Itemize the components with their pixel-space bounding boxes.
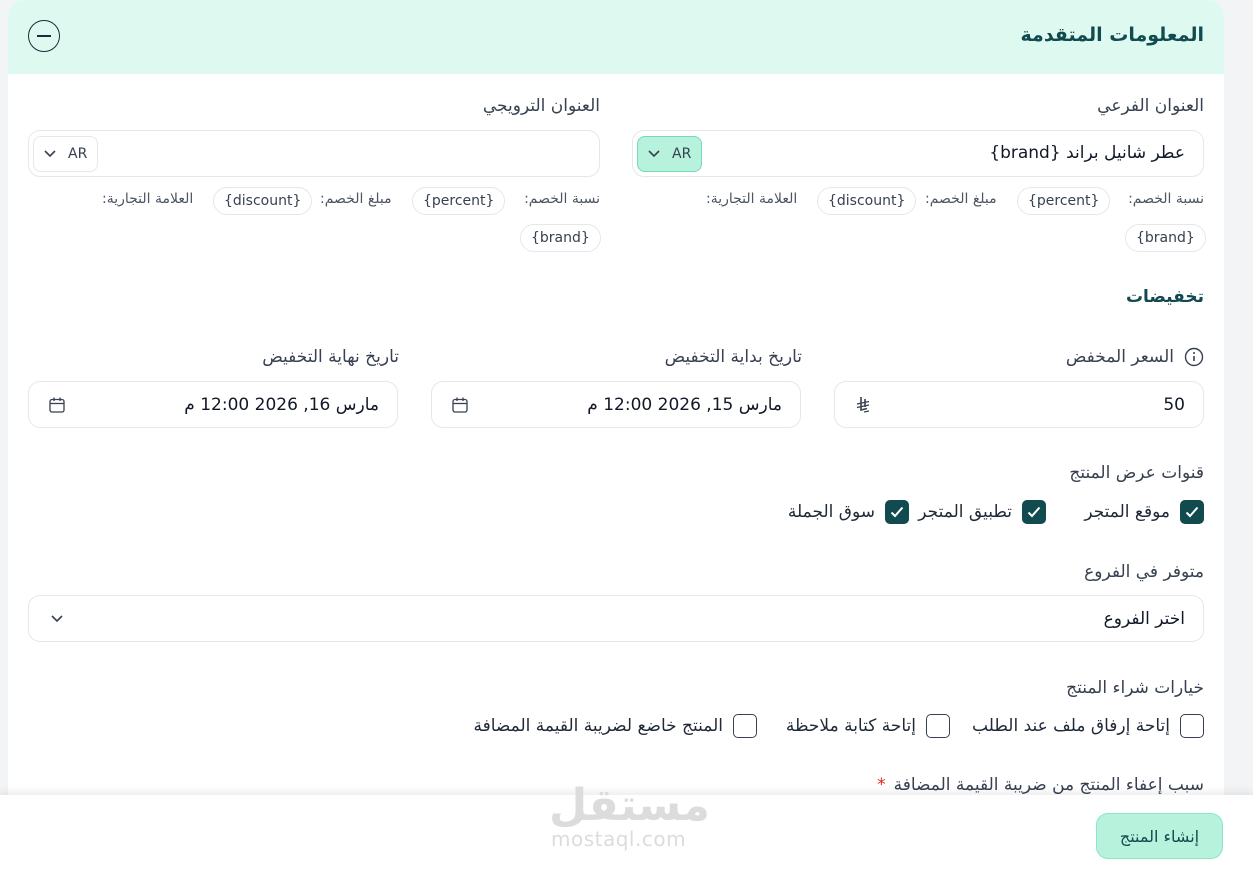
branches-placeholder: اختر الفروع [1103,609,1185,629]
promo-percent-tag[interactable]: {percent} [412,187,506,215]
card-title: المعلومات المتقدمة [1020,24,1204,46]
checkbox-checked[interactable] [885,500,909,524]
vat-exempt-label: سبب إعفاء المنتج من ضريبة القيمة المضافة [893,775,1204,795]
chevron-down-icon [44,150,56,158]
subtitle-hint-discount-label: مبلغ الخصم: [925,191,997,207]
discounts-title: تخفيضات [1125,287,1204,307]
discount-price-label-row: السعر المخفض [1066,347,1204,367]
channel-store-website[interactable]: موقع المتجر [1084,500,1204,524]
discount-price-label: السعر المخفض [1065,347,1174,367]
promo-discount-tag[interactable]: {discount} [213,187,313,215]
purchase-option-vat[interactable]: المنتج خاضع لضريبة القيمة المضافة [473,714,757,738]
subtitle-value: عطر شانيل براند {brand} [989,143,1185,163]
promo-hint-percent-label: نسبة الخصم: [524,191,600,207]
branches-select[interactable]: اختر الفروع [28,595,1204,642]
chevron-down-icon [51,615,63,623]
purchase-option-label: إتاحة كتابة ملاحظة [785,716,916,736]
collapse-button[interactable] [28,20,60,52]
vat-exempt-label-row: سبب إعفاء المنتج من ضريبة القيمة المضافة… [877,775,1204,795]
subtitle-hint-brand-label: العلامة التجارية: [706,191,798,207]
subtitle-lang-select[interactable]: AR [637,136,703,172]
subtitle-brand-tag[interactable]: {brand} [1125,224,1206,252]
required-mark: * [877,775,886,795]
minus-icon [37,35,51,37]
channel-label: سوق الجملة [787,502,875,522]
check-icon [1027,506,1041,518]
purchase-option-write-note[interactable]: إتاحة كتابة ملاحظة [786,714,950,738]
discount-end-value: مارس 16, 2026 12:00 م [184,395,379,415]
promo-brand-tag[interactable]: {brand} [520,224,601,252]
checkbox-unchecked[interactable] [926,714,950,738]
purchase-options-label: خيارات شراء المنتج [1066,678,1204,698]
channel-wholesale-market[interactable]: سوق الجملة [788,500,909,524]
subtitle-lang-value: AR [672,146,692,162]
promo-hint-brand-label: العلامة التجارية: [102,191,194,207]
discount-end-label: تاريخ نهاية التخفيض [262,347,399,367]
check-icon [890,506,904,518]
branches-label: متوفر في الفروع [1084,562,1204,582]
discount-start-label: تاريخ بداية التخفيض [664,347,802,367]
chevron-down-icon [648,150,660,158]
purchase-option-attach-file[interactable]: إتاحة إرفاق ملف عند الطلب [972,714,1204,738]
checkbox-checked[interactable] [1022,500,1046,524]
purchase-option-label: المنتج خاضع لضريبة القيمة المضافة [473,716,724,736]
checkbox-checked[interactable] [1180,500,1204,524]
discount-start-input[interactable]: مارس 15, 2026 12:00 م [431,381,801,428]
subtitle-hint-percent-label: نسبة الخصم: [1128,191,1204,207]
check-icon [1185,506,1199,518]
card-header: المعلومات المتقدمة [8,0,1224,74]
subtitle-percent-tag[interactable]: {percent} [1017,187,1111,215]
watermark-arabic: مستقل [549,780,710,831]
promo-label: العنوان الترويجي [482,96,600,116]
footer-bar: مستقل mostaql.com إنشاء المنتج [0,780,1253,871]
subtitle-discount-tag[interactable]: {discount} [817,187,917,215]
promo-input[interactable]: AR [28,130,600,177]
promo-hint-discount-label: مبلغ الخصم: [320,191,392,207]
riyal-icon [856,397,870,413]
calendar-icon [452,397,468,413]
subtitle-input[interactable]: عطر شانيل براند {brand} AR [632,130,1204,177]
advanced-info-card: المعلومات المتقدمة العنوان الفرعي عطر شا… [8,0,1224,871]
watermark-latin: mostaql.com [551,827,687,851]
channel-label: تطبيق المتجر [918,502,1012,522]
create-product-button[interactable]: إنشاء المنتج [1096,813,1223,859]
discount-end-input[interactable]: مارس 16, 2026 12:00 م [28,381,398,428]
checkbox-unchecked[interactable] [733,714,757,738]
subtitle-label: العنوان الفرعي [1097,96,1204,116]
purchase-option-label: إتاحة إرفاق ملف عند الطلب [972,716,1170,736]
discount-price-value: 50 [1163,395,1185,415]
discount-start-value: مارس 15, 2026 12:00 م [587,395,782,415]
checkbox-unchecked[interactable] [1180,714,1204,738]
channels-label: قنوات عرض المنتج [1069,463,1204,483]
calendar-icon [49,397,65,413]
promo-lang-select[interactable]: AR [33,136,99,172]
discount-price-input[interactable]: 50 [834,381,1204,428]
info-icon[interactable] [1184,347,1204,367]
channel-label: موقع المتجر [1084,502,1170,522]
promo-lang-value: AR [68,146,88,162]
channel-store-app[interactable]: تطبيق المتجر [918,500,1046,524]
